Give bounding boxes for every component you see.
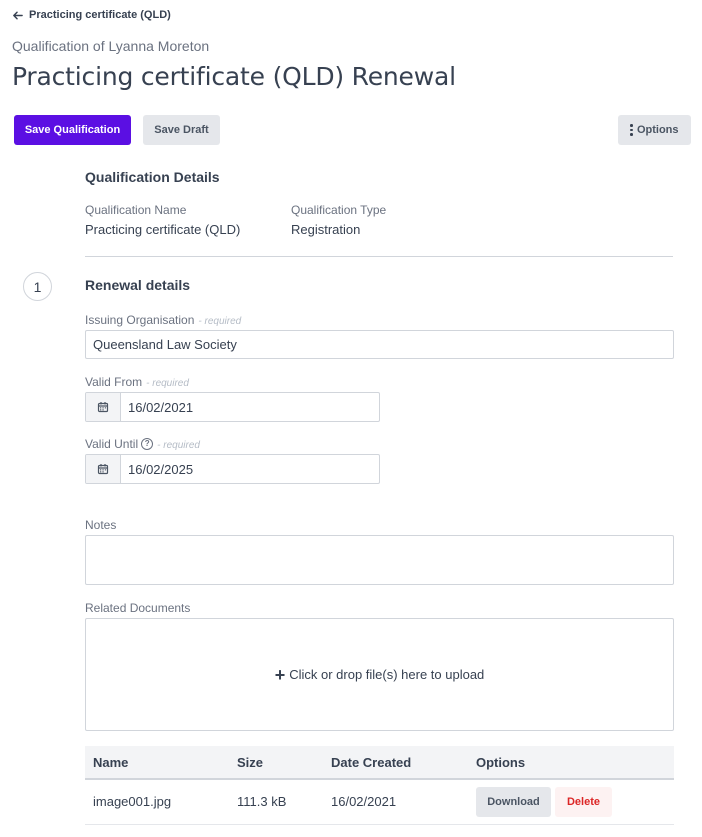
calendar-button[interactable]: [86, 455, 121, 483]
save-qualification-button[interactable]: Save Qualification: [14, 115, 131, 145]
back-link[interactable]: Practicing certificate (QLD): [12, 9, 171, 21]
back-link-label: Practicing certificate (QLD): [29, 9, 171, 21]
issuing-organisation-label-text: Issuing Organisation: [85, 313, 195, 327]
qualification-name-label: Qualification Name: [85, 203, 187, 217]
step-number-badge: 1: [23, 272, 52, 301]
valid-until-input[interactable]: 16/02/2025: [121, 455, 379, 483]
delete-button[interactable]: Delete: [555, 786, 612, 817]
qualification-type-label: Qualification Type: [291, 203, 387, 217]
valid-from-input[interactable]: 16/02/2021: [121, 393, 379, 421]
document-size: 111.3 kB: [237, 794, 287, 810]
valid-from-label-text: Valid From: [85, 375, 143, 389]
document-date-created: 16/02/2021: [331, 794, 397, 810]
required-hint: - required: [146, 378, 189, 389]
file-upload-dropzone[interactable]: + Click or drop file(s) here to upload: [85, 618, 674, 731]
column-header-name[interactable]: Name: [85, 746, 229, 779]
required-hint: - required: [198, 316, 242, 327]
options-button-label: Options: [636, 124, 679, 136]
save-draft-button[interactable]: Save Draft: [143, 115, 220, 145]
plus-icon: +: [274, 664, 286, 685]
qualification-type-value: Registration: [291, 222, 361, 237]
more-vertical-icon: [630, 124, 633, 136]
qualification-details-title: Qualification Details: [85, 169, 220, 185]
document-options: Download Delete: [468, 779, 674, 824]
calendar-button[interactable]: [86, 393, 121, 421]
section-divider: [85, 256, 673, 257]
table-header-row: Name Size Date Created Options: [85, 746, 674, 779]
upload-text: Click or drop file(s) here to upload: [289, 667, 485, 682]
column-header-options: Options: [476, 754, 526, 770]
renewal-details-title: Renewal details: [85, 277, 191, 293]
help-icon[interactable]: ?: [141, 437, 154, 450]
documents-table: Name Size Date Created Options image001.…: [85, 746, 674, 825]
download-button[interactable]: Download: [476, 786, 551, 817]
qualification-name-value: Practicing certificate (QLD): [85, 222, 241, 237]
valid-until-label-text: Valid Until: [85, 437, 139, 451]
related-documents-label: Related Documents: [85, 601, 191, 615]
arrow-left-icon: [13, 11, 23, 19]
document-name: image001.jpg: [93, 794, 172, 810]
notes-label: Notes: [85, 518, 117, 532]
calendar-icon: [97, 464, 109, 475]
issuing-organisation-input[interactable]: Queensland Law Society: [85, 330, 674, 359]
page-title: Practicing certificate (QLD) Renewal: [12, 62, 456, 91]
page-subtitle: Qualification of Lyanna Moreton: [12, 38, 210, 54]
valid-from-label: Valid From - required: [85, 375, 189, 389]
valid-from-date-field: 16/02/2021: [85, 392, 380, 422]
notes-textarea[interactable]: [85, 535, 674, 585]
table-row: image001.jpg 111.3 kB 16/02/2021 Downloa…: [85, 779, 674, 824]
valid-until-date-field: 16/02/2025: [85, 454, 380, 484]
options-button[interactable]: Options: [618, 115, 691, 145]
issuing-organisation-label: Issuing Organisation - required: [85, 313, 241, 327]
valid-until-label: Valid Until? - required: [85, 437, 200, 451]
column-header-size[interactable]: Size: [229, 746, 323, 779]
required-hint: - required: [157, 440, 200, 451]
calendar-icon: [97, 402, 109, 413]
column-header-date-created[interactable]: Date Created: [323, 746, 468, 779]
